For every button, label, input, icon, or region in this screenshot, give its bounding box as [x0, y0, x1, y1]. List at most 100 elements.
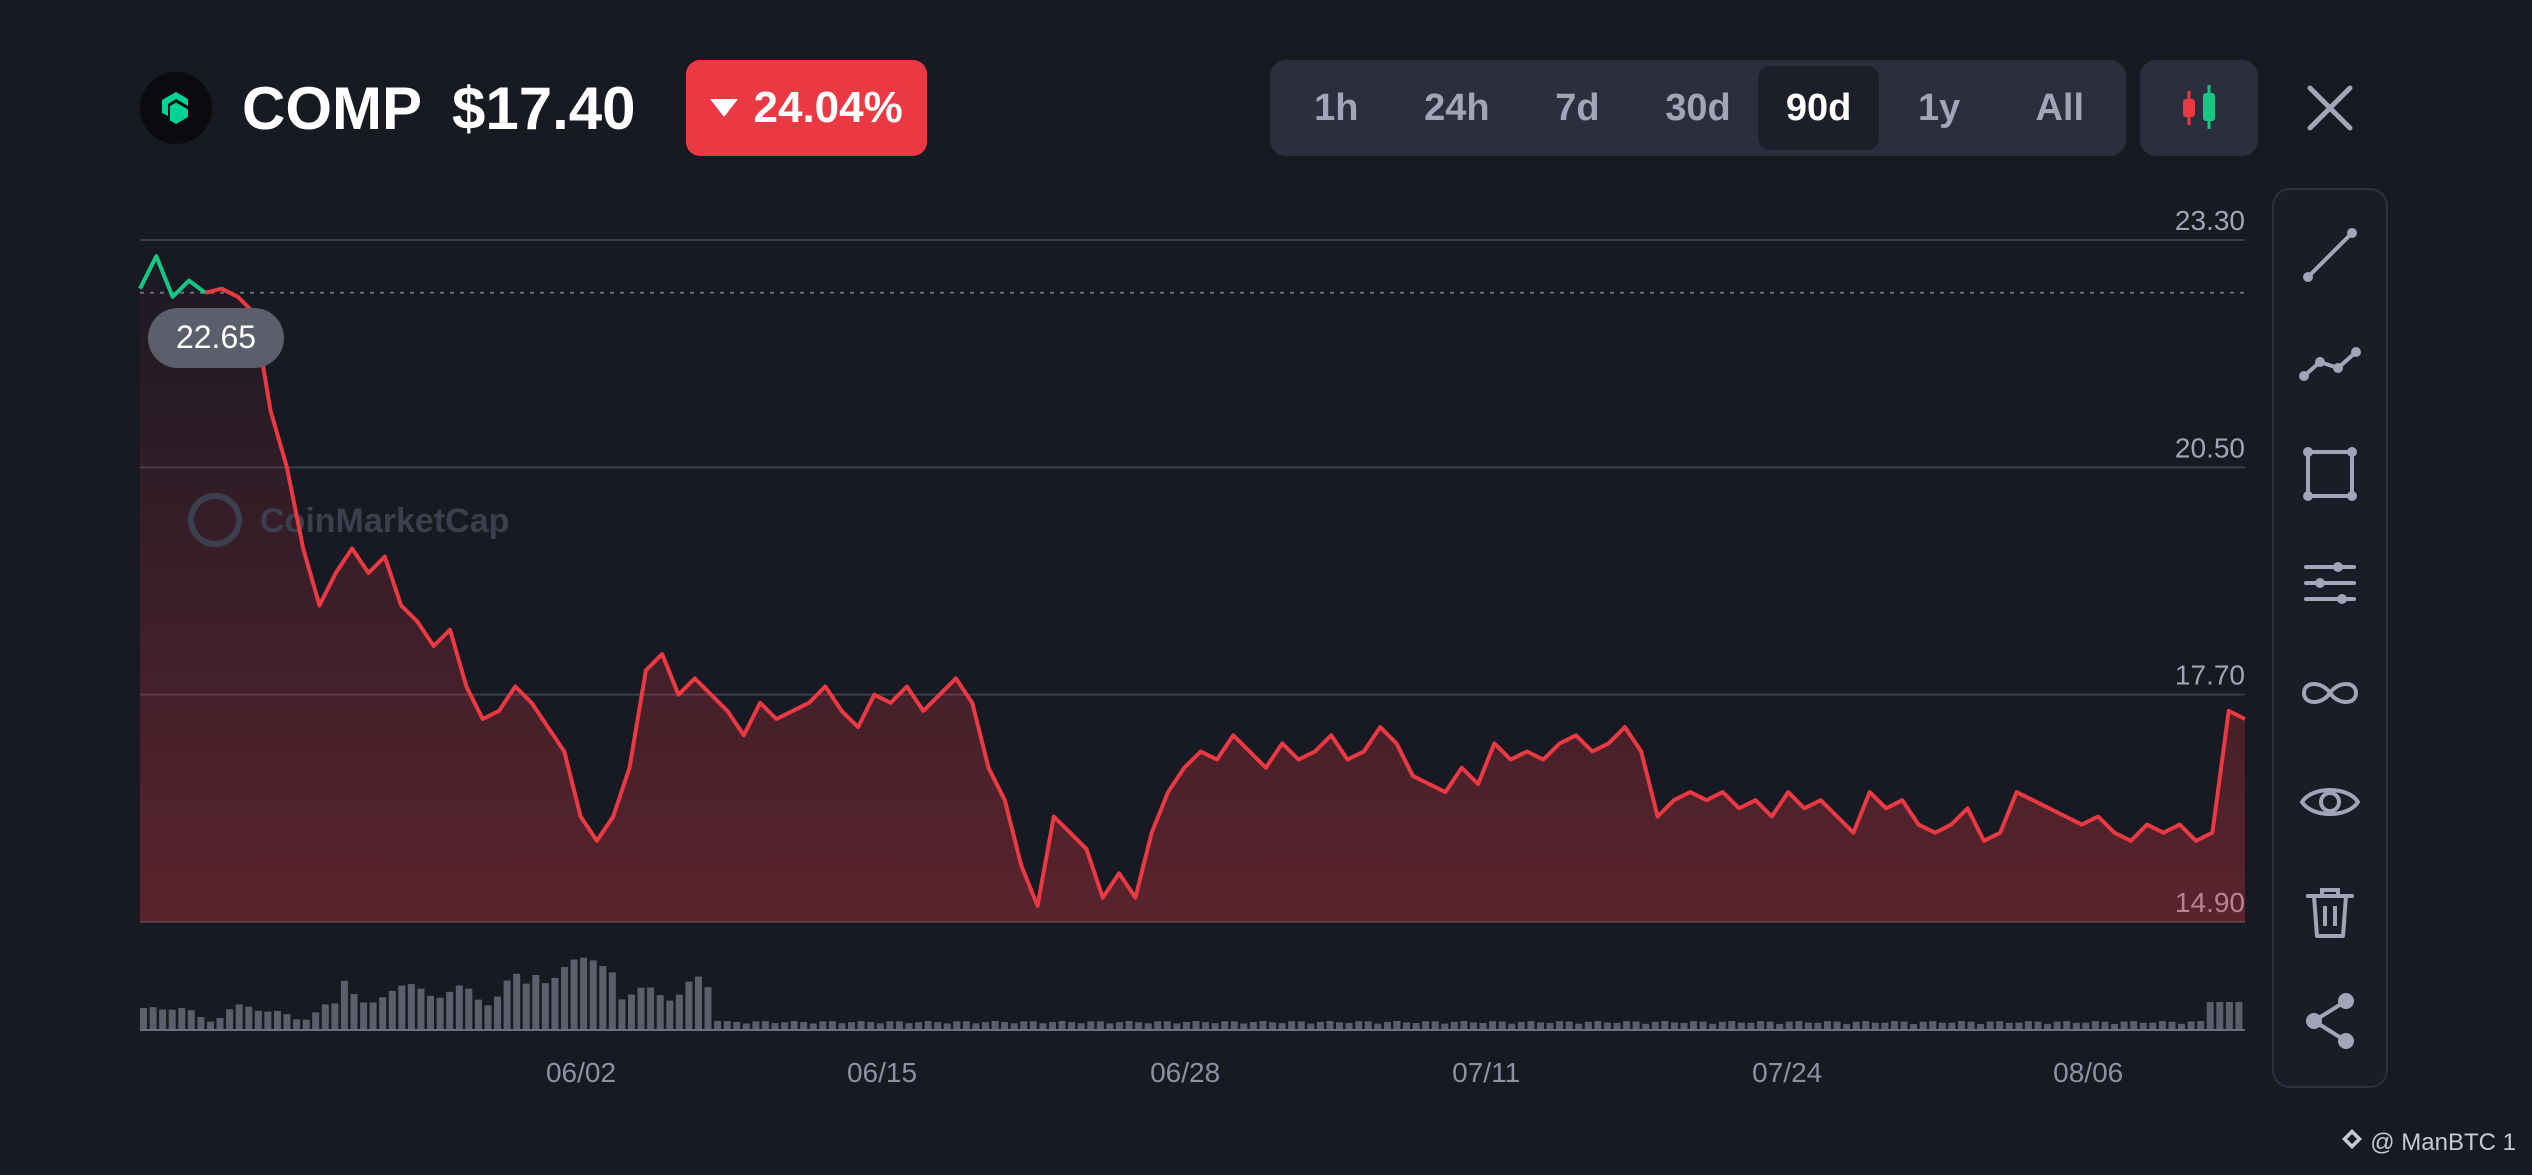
- chart-svg[interactable]: 23.3020.5017.7014.90CoinMarketCap22.6506…: [0, 0, 2532, 1170]
- range-1y[interactable]: 1y: [1879, 66, 2000, 150]
- range-all[interactable]: All: [1999, 66, 2120, 150]
- volume-bar: [1345, 1023, 1353, 1030]
- volume-bar: [178, 1008, 186, 1030]
- volume-bar: [379, 997, 387, 1030]
- volume-bar: [561, 967, 568, 1030]
- volume-bar: [360, 1002, 368, 1030]
- rectangle-icon: [2303, 446, 2357, 501]
- x-tick-label: 06/02: [546, 1057, 616, 1088]
- volume-bar: [1919, 1021, 1927, 1030]
- open-price-label: 22.65: [176, 319, 256, 355]
- volume-bar: [1460, 1021, 1468, 1030]
- volume-bar: [1757, 1021, 1764, 1030]
- volume-bar: [1288, 1021, 1296, 1030]
- candlestick-icon: [2183, 85, 2215, 129]
- volume-bar: [254, 1010, 262, 1030]
- volume-bar: [532, 975, 540, 1030]
- volume-bar: [1068, 1022, 1076, 1030]
- trend-line-tool[interactable]: [2292, 217, 2368, 293]
- volume-bar: [149, 1007, 157, 1030]
- volume-bar: [1556, 1021, 1564, 1030]
- parallel-lines-tool[interactable]: [2292, 545, 2368, 621]
- volume-bar: [819, 1021, 827, 1030]
- volume-bar: [1584, 1021, 1592, 1030]
- volume-bar: [2187, 1021, 2195, 1030]
- volume-bar: [675, 994, 683, 1030]
- y-tick-label: 17.70: [2175, 660, 2245, 691]
- volume-bar: [474, 999, 482, 1030]
- volume-bar: [1316, 1022, 1324, 1030]
- volume-bar: [1403, 1022, 1410, 1030]
- volume-bar: [1517, 1021, 1525, 1030]
- volume-bar: [1661, 1021, 1669, 1030]
- volume-bar: [790, 1021, 798, 1030]
- volume-bar: [695, 976, 702, 1030]
- volume-bar: [1891, 1021, 1898, 1030]
- range-24h[interactable]: 24h: [1397, 66, 1518, 150]
- infinity-tool[interactable]: [2292, 655, 2368, 731]
- volume-bar: [2235, 1002, 2243, 1030]
- volume-bar: [838, 1023, 846, 1030]
- volume-bar: [2139, 1022, 2147, 1030]
- volume-bar: [1546, 1023, 1554, 1030]
- x-tick-label: 06/28: [1150, 1057, 1220, 1088]
- volume-bar: [455, 985, 463, 1030]
- volume-bar: [1154, 1021, 1162, 1030]
- volume-bar: [714, 1020, 722, 1030]
- volume-bar: [848, 1022, 855, 1030]
- volume-bar: [1623, 1021, 1631, 1030]
- volume-bar: [302, 1019, 310, 1030]
- trend-line-icon: [2303, 227, 2357, 282]
- volume-bar: [761, 1021, 769, 1030]
- volume-bar: [666, 1000, 674, 1030]
- x-tick-label: 07/24: [1752, 1057, 1822, 1088]
- candlestick-toggle-button[interactable]: [2140, 60, 2258, 156]
- polyline-tool[interactable]: [2292, 326, 2368, 402]
- range-30d[interactable]: 30d: [1638, 66, 1759, 150]
- volume-bar: [828, 1021, 836, 1030]
- delete-tool[interactable]: [2292, 874, 2368, 950]
- volume-bar: [962, 1021, 970, 1030]
- volume-bar: [608, 972, 616, 1030]
- volume-bar: [1029, 1021, 1037, 1030]
- volume-bar: [1058, 1021, 1066, 1030]
- volume-bar: [235, 1004, 243, 1030]
- volume-bar: [685, 981, 693, 1030]
- volume-bar: [1144, 1023, 1152, 1030]
- volume-bar: [982, 1022, 989, 1030]
- volume-bar: [1632, 1021, 1640, 1030]
- volume-bar: [1470, 1022, 1477, 1030]
- volume-bar: [388, 990, 396, 1030]
- volume-bar: [1297, 1021, 1305, 1030]
- x-tick-label: 06/15: [847, 1057, 917, 1088]
- volume-bar: [1871, 1022, 1879, 1030]
- volume-bar: [1336, 1022, 1343, 1030]
- down-triangle-icon: [709, 99, 738, 117]
- volume-bar: [2149, 1022, 2157, 1030]
- close-button[interactable]: [2300, 78, 2360, 138]
- volume-bar: [1355, 1021, 1363, 1030]
- volume-bar: [1221, 1021, 1229, 1030]
- price-chart[interactable]: 23.3020.5017.7014.90CoinMarketCap22.6506…: [0, 0, 2532, 1170]
- volume-bar: [1278, 1023, 1286, 1030]
- volume-bar: [1077, 1023, 1085, 1030]
- share-icon: [2306, 993, 2354, 1050]
- range-90d[interactable]: 90d: [1758, 66, 1879, 150]
- volume-bar: [1527, 1021, 1535, 1030]
- share-tool[interactable]: [2292, 983, 2368, 1059]
- volume-bar: [1651, 1021, 1659, 1030]
- volume-bar: [1116, 1022, 1123, 1030]
- volume-bar: [551, 977, 559, 1030]
- volume-bar: [886, 1021, 894, 1030]
- volume-bar: [895, 1021, 903, 1030]
- visibility-tool[interactable]: [2292, 764, 2368, 840]
- volume-bar: [1202, 1022, 1210, 1030]
- volume-bar: [924, 1021, 932, 1030]
- volume-bar: [953, 1021, 961, 1030]
- volume-bar: [2225, 1002, 2233, 1030]
- rectangle-tool[interactable]: [2292, 436, 2368, 512]
- volume-bar: [800, 1022, 808, 1030]
- range-7d[interactable]: 7d: [1517, 66, 1638, 150]
- volume-bar: [1182, 1022, 1190, 1030]
- range-1h[interactable]: 1h: [1276, 66, 1397, 150]
